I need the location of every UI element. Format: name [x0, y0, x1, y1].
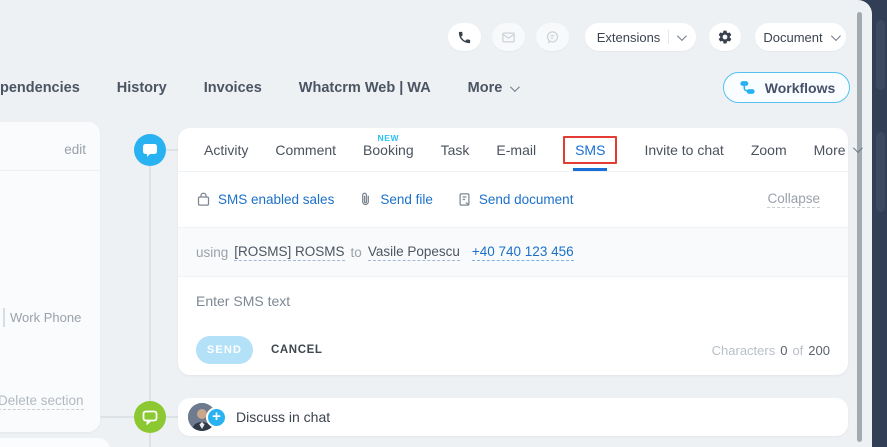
chevron-down-icon	[677, 31, 687, 41]
nav-item-whatcrm[interactable]: Whatcrm Web | WA	[299, 80, 431, 96]
sms-provider-label: SMS enabled sales	[218, 192, 334, 207]
timeline-connector	[100, 416, 134, 418]
mail-button[interactable]	[492, 23, 525, 51]
collapse-link[interactable]: Collapse	[767, 191, 820, 208]
bag-icon	[196, 192, 211, 207]
app-window: Extensions Document pendencies History I…	[0, 0, 887, 447]
extensions-label: Extensions	[597, 30, 661, 45]
rail-accent	[876, 20, 885, 90]
workflows-button[interactable]: Workflows	[723, 72, 850, 103]
timeline-connector	[166, 149, 178, 151]
vertical-scrollbar[interactable]	[857, 12, 862, 442]
chat-timeline-marker	[134, 401, 166, 433]
nav-item-invoices[interactable]: Invoices	[204, 80, 262, 96]
sms-timeline-marker	[134, 134, 166, 166]
sms-routing-row: using [ROSMS] ROSMS to Vasile Popescu +4…	[178, 228, 848, 277]
sms-text-input[interactable]: Enter SMS text	[196, 293, 290, 309]
timeline-connector	[166, 416, 178, 418]
sms-provider-button[interactable]: SMS enabled sales	[196, 192, 334, 207]
characters-label: Characters	[712, 343, 776, 358]
recipient-phone-selector[interactable]: +40 740 123 456	[472, 244, 574, 261]
workflows-label: Workflows	[765, 80, 836, 96]
rail-accent	[876, 132, 885, 212]
sms-compose-area: Enter SMS text SEND CANCEL Characters 0 …	[178, 277, 848, 374]
tab-comment[interactable]: Comment	[275, 128, 336, 171]
nav-item-more[interactable]: More	[468, 80, 518, 96]
tab-sms[interactable]: SMS	[563, 128, 617, 171]
characters-of: of	[792, 343, 803, 358]
tab-invite-to-chat[interactable]: Invite to chat	[644, 128, 723, 171]
tab-activity[interactable]: Activity	[204, 128, 248, 171]
divider	[0, 170, 100, 171]
tab-more-label: More	[814, 142, 846, 158]
document-icon	[457, 192, 472, 207]
document-label: Document	[763, 30, 822, 45]
chat-bubble-icon	[142, 409, 158, 425]
character-counter: Characters 0 of 200	[712, 343, 830, 358]
send-button[interactable]: SEND	[196, 336, 253, 364]
recipient-selector[interactable]: Vasile Popescu	[368, 244, 460, 261]
mail-icon	[501, 30, 516, 45]
divider	[668, 30, 669, 44]
phone-icon	[457, 30, 472, 45]
tab-task[interactable]: Task	[441, 128, 470, 171]
new-badge: NEW	[378, 133, 400, 143]
discuss-in-chat-row[interactable]: + Discuss in chat	[178, 398, 848, 436]
chevron-down-icon	[831, 31, 841, 41]
send-file-label: Send file	[380, 192, 433, 207]
work-phone-label: Work Phone	[10, 310, 81, 325]
details-sidebar-card: edit Work Phone Delete section	[0, 122, 100, 432]
activity-tabs: Activity Comment NEW Booking Task E-mail…	[178, 128, 848, 172]
nav-more-label: More	[468, 80, 503, 96]
tab-email[interactable]: E-mail	[496, 128, 536, 171]
chat-search-button[interactable]	[536, 23, 569, 51]
tab-booking-label: Booking	[363, 142, 414, 158]
entity-nav: pendencies History Invoices Whatcrm Web …	[0, 80, 517, 96]
extensions-dropdown[interactable]: Extensions	[585, 23, 696, 51]
gear-icon	[717, 29, 733, 45]
characters-max: 200	[808, 343, 830, 358]
to-label: to	[351, 245, 362, 260]
tab-zoom[interactable]: Zoom	[751, 128, 787, 171]
active-tab-underline	[573, 168, 607, 171]
red-highlight-box: SMS	[563, 136, 617, 164]
sms-composer-panel: Activity Comment NEW Booking Task E-mail…	[178, 128, 848, 375]
plus-icon[interactable]: +	[206, 407, 227, 428]
edit-link[interactable]: edit	[64, 142, 86, 157]
next-section-card	[0, 438, 110, 447]
paperclip-icon	[358, 192, 373, 207]
document-dropdown[interactable]: Document	[755, 23, 846, 51]
send-document-button[interactable]: Send document	[457, 192, 574, 207]
tab-more[interactable]: More	[814, 128, 860, 171]
using-label: using	[196, 245, 228, 260]
send-document-label: Send document	[479, 192, 574, 207]
send-file-button[interactable]: Send file	[358, 192, 433, 207]
compose-actions: SEND CANCEL Characters 0 of 200	[196, 336, 830, 364]
tab-booking[interactable]: NEW Booking	[363, 128, 414, 171]
cancel-button[interactable]: CANCEL	[271, 344, 323, 356]
chat-bubble-icon	[142, 142, 158, 158]
nav-item-dependencies[interactable]: pendencies	[0, 80, 80, 96]
delete-section-link[interactable]: Delete section	[0, 393, 84, 410]
provider-selector[interactable]: [ROSMS] ROSMS	[234, 244, 344, 261]
field-divider	[3, 308, 5, 327]
chat-search-icon	[545, 30, 560, 45]
nav-item-history[interactable]: History	[117, 80, 167, 96]
workflow-icon	[738, 78, 757, 97]
discuss-in-chat-label: Discuss in chat	[236, 409, 330, 425]
call-button[interactable]	[448, 23, 481, 51]
sms-toolbar: SMS enabled sales Send file Send documen…	[178, 172, 848, 228]
characters-count: 0	[780, 343, 787, 358]
settings-button[interactable]	[709, 23, 741, 51]
